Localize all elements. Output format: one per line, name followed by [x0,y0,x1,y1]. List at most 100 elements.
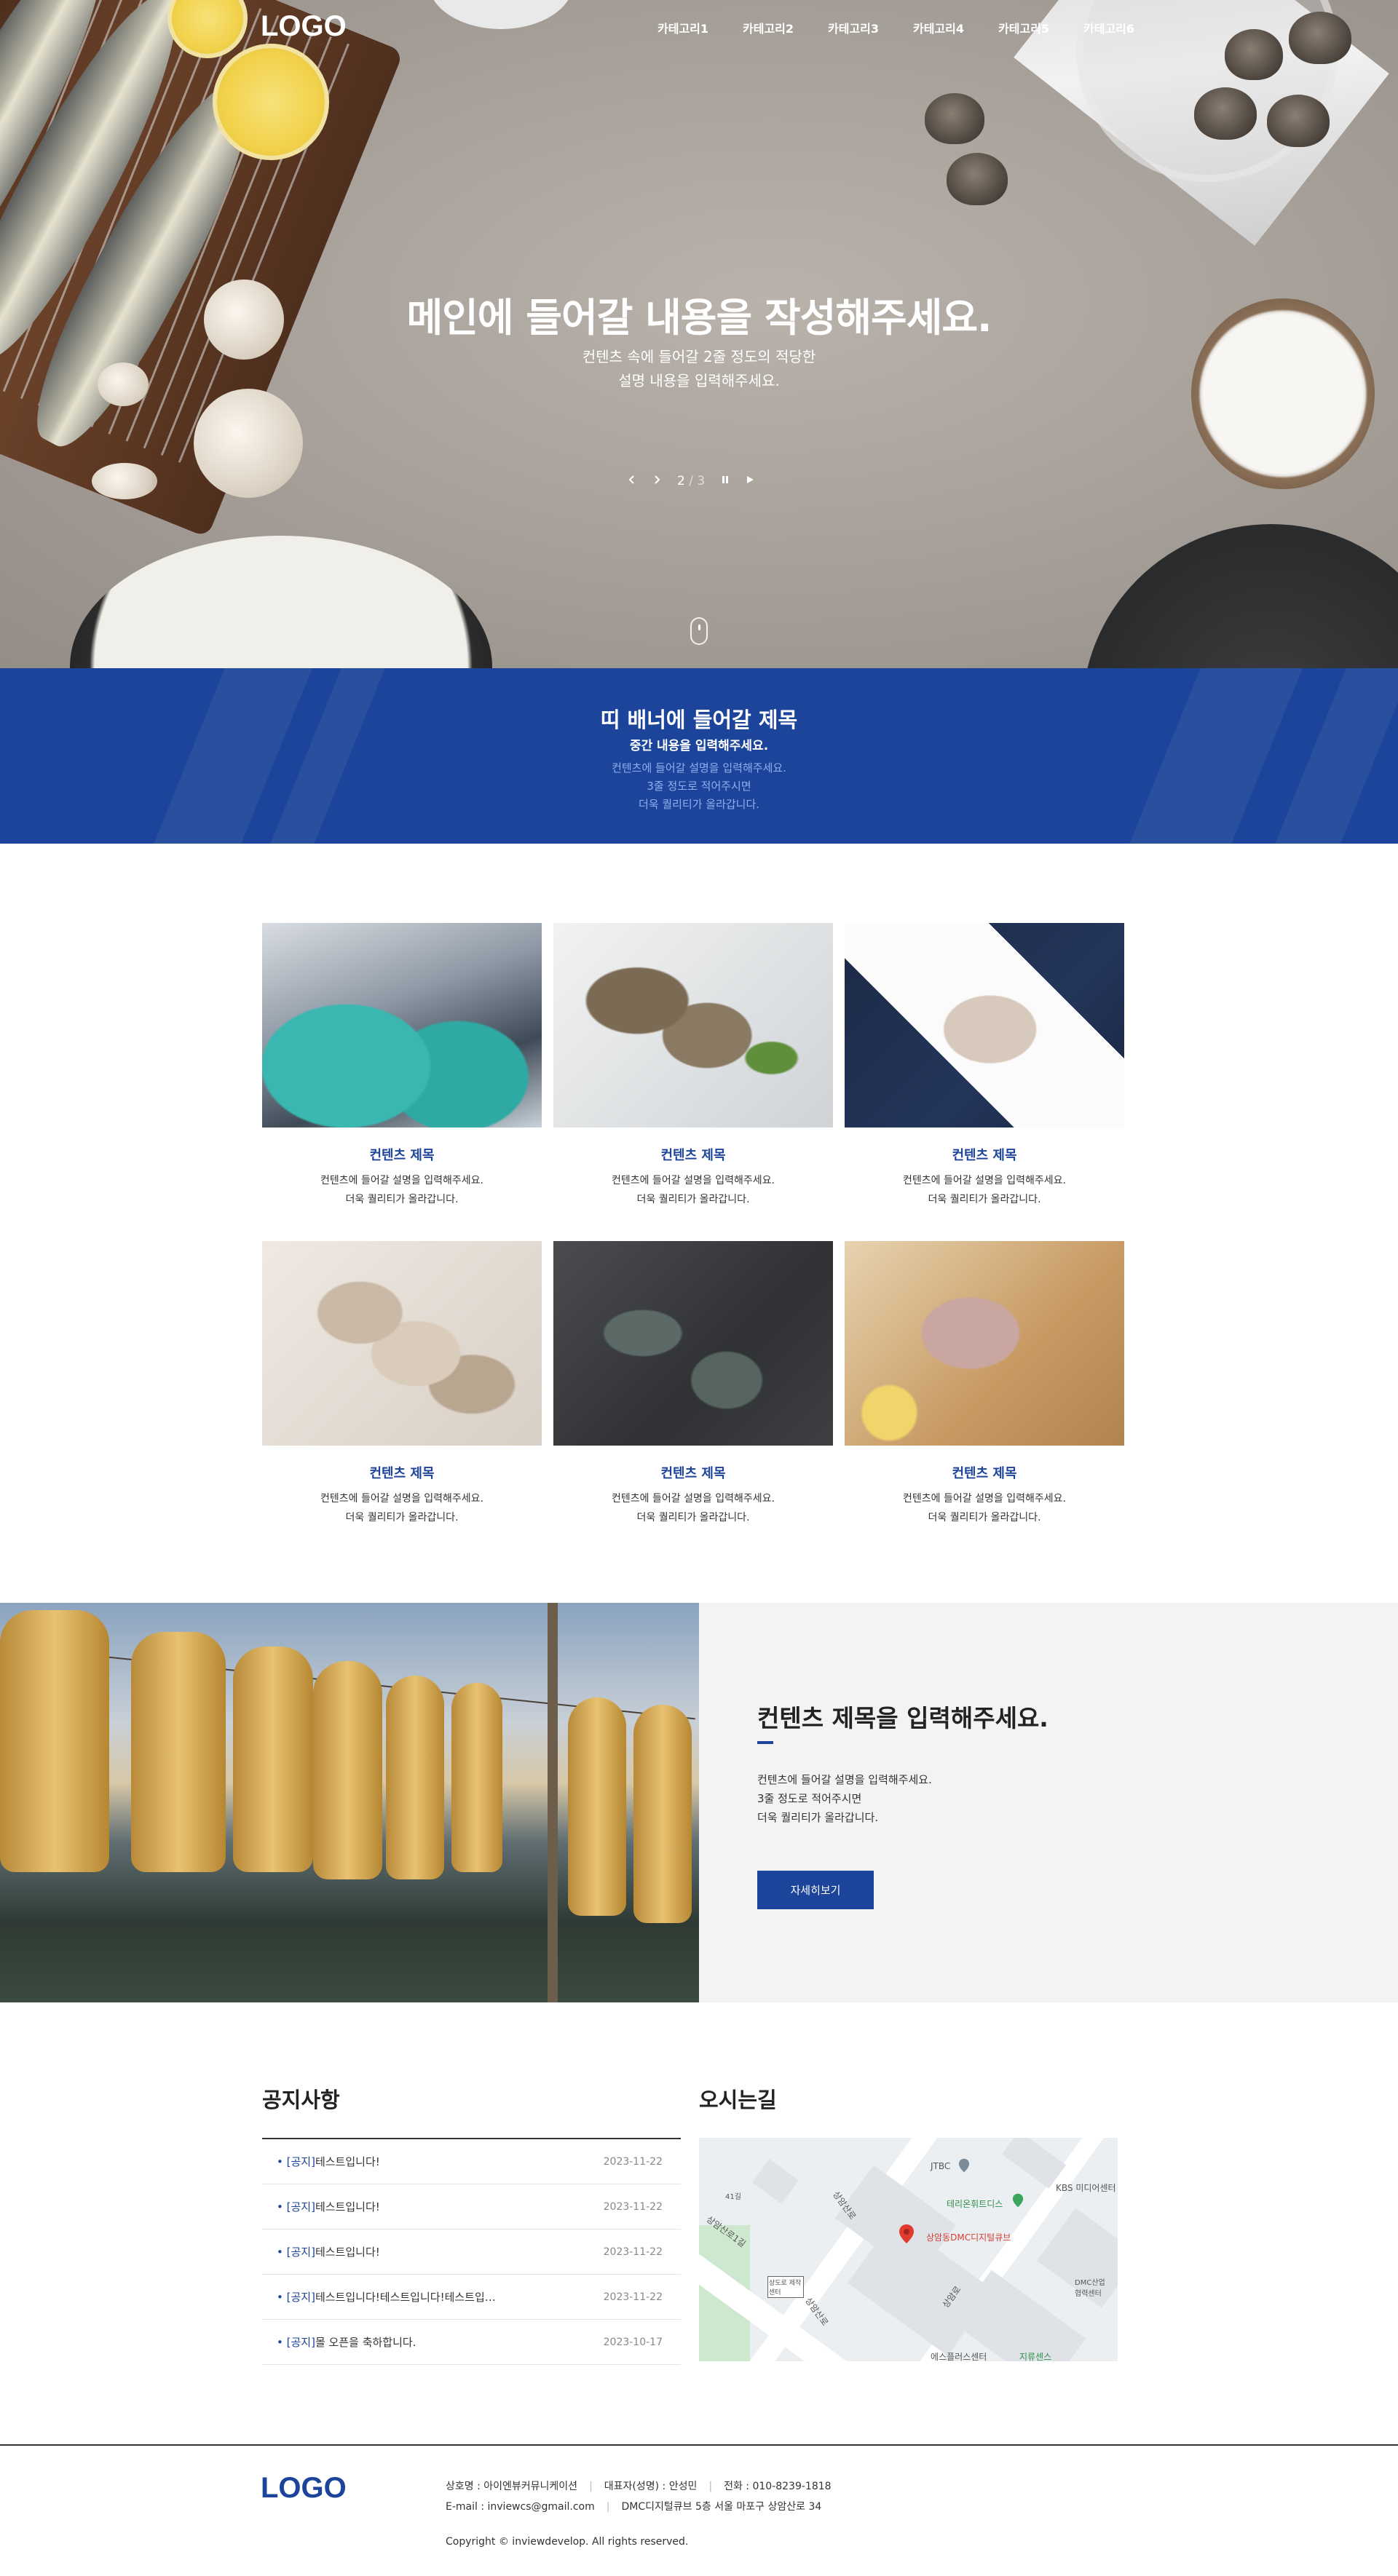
bowl-image [428,0,574,29]
feature-desc-line2: 3줄 정도로 적어주시면 [757,1792,862,1805]
card-description: 컨텐츠에 들어갈 설명을 입력해주세요. 더욱 퀄리티가 올라갑니다. [553,1171,833,1209]
notice-title: 공지사항 [262,2088,340,2112]
dark-plate-image [1082,524,1398,668]
notice-row[interactable]: • [공지]테스트입니다! 2023-11-22 [262,2139,681,2184]
notice-text: • [공지]몰 오픈을 축하합니다. [277,2334,416,2350]
map-label-teleworld: 테리온휘트디스 [947,2199,1003,2209]
nav-item-5[interactable]: 카테고리5 [998,19,1083,36]
nav-item-1[interactable]: 카테고리1 [657,19,743,36]
card-desc-line2: 더욱 퀄리티가 올라갑니다. [928,1194,1041,1205]
nav-item-2[interactable]: 카테고리2 [743,19,828,36]
notice-tag: [공지] [286,2155,315,2168]
content-card[interactable]: 컨텐츠 제목 컨텐츠에 들어갈 설명을 입력해주세요. 더욱 퀄리티가 올라갑니… [262,923,542,1209]
slider-controls: 2 / 3 [628,473,754,488]
card-desc-line1: 컨텐츠에 들어갈 설명을 입력해주세요. [320,1493,483,1505]
separator: | [606,2501,610,2513]
clam-image [1225,29,1283,80]
squid-shape [0,1610,109,1872]
notice-bullet: • [277,2336,283,2349]
nav-item-3[interactable]: 카테고리3 [828,19,913,36]
map-label-dmc: DMC산업 협력센터 [1075,2279,1105,2298]
play-icon[interactable] [746,473,754,488]
notice-row[interactable]: • [공지]몰 오픈을 축하합니다. 2023-10-17 [262,2320,681,2365]
notice-list: • [공지]테스트입니다! 2023-11-22 • [공지]테스트입니다! 2… [262,2138,681,2365]
band-banner: 띠 배너에 들어갈 제목 중간 내용을 입력해주세요. 컨텐츠에 들어갈 설명을… [0,668,1398,844]
notice-subject: 테스트입니다! [315,2155,380,2168]
poi-pin-icon [958,2158,970,2173]
notice-bullet: • [277,2291,283,2304]
notice-row[interactable]: • [공지]테스트입니다! 2023-11-22 [262,2184,681,2230]
notice-date: 2023-11-22 [603,2246,663,2258]
content-card[interactable]: 컨텐츠 제목 컨텐츠에 들어갈 설명을 입력해주세요. 더욱 퀄리티가 올라갑니… [553,1241,833,1527]
card-title: 컨텐츠 제목 [952,1466,1017,1481]
scroll-mouse-icon[interactable] [690,617,708,645]
banner-stripe [1275,668,1398,844]
card-desc-line1: 컨텐츠에 들어갈 설명을 입력해주세요. [320,1175,483,1186]
abalone-image [553,923,833,1128]
footer-logo[interactable]: LOGO [261,2472,347,2505]
squid-shape [568,1697,626,1916]
card-title: 컨텐츠 제목 [952,1148,1017,1163]
location-title: 오시는길 [699,2088,777,2112]
footer-address: DMC디지털큐브 5층 서울 마포구 상암산로 34 [621,2501,822,2513]
squid-shape [386,1676,444,1879]
notice-tag: [공지] [286,2200,315,2214]
footer-info-row2: E-mail : inviewcs@gmail.com | DMC디지털큐브 5층 … [446,2497,832,2517]
nav-item-4[interactable]: 카테고리4 [913,19,998,36]
content-card[interactable]: 컨텐츠 제목 컨텐츠에 들어갈 설명을 입력해주세요. 더욱 퀄리티가 올라갑니… [845,923,1124,1209]
card-title: 컨텐츠 제목 [660,1466,726,1481]
map-label-target: 상암동DMC디지털큐브 [926,2232,1011,2243]
notice-subject: 테스트입니다!테스트입니다!테스트입… [315,2291,496,2304]
hero-section: LOGO 카테고리1 카테고리2 카테고리3 카테고리4 카테고리5 카테고리6… [0,0,1398,668]
more-button[interactable]: 자세히보기 [757,1871,874,1909]
squid-shape [633,1705,692,1923]
next-arrow-icon[interactable] [652,473,661,488]
notice-row[interactable]: • [공지]테스트입니다! 2023-11-22 [262,2230,681,2275]
separator: | [589,2481,593,2492]
nav-item-6[interactable]: 카테고리6 [1083,19,1169,36]
notice-tag: [공지] [286,2291,315,2304]
garlic-clove-image [92,463,157,499]
feature-section: 컨텐츠 제목을 입력해주세요. 컨텐츠에 들어갈 설명을 입력해주세요. 3줄 … [0,1603,1398,2002]
notice-date: 2023-11-22 [603,2291,663,2303]
location-map[interactable]: JTBC KBS 미디어센터 테리온휘트디스 상암동DMC디지털큐브 DMC산업… [699,2138,1118,2361]
clam-image [1267,95,1330,147]
clam-image [1194,87,1257,140]
band-subtitle: 중간 내용을 입력해주세요. [629,739,769,753]
notice-tag: [공지] [286,2246,315,2259]
map-label-bottom1: 에스플러스센터 [931,2352,987,2361]
content-card[interactable]: 컨텐츠 제목 컨텐츠에 들어갈 설명을 입력해주세요. 더욱 퀄리티가 올라갑니… [262,1241,542,1527]
card-description: 컨텐츠에 들어갈 설명을 입력해주세요. 더욱 퀄리티가 올라갑니다. [845,1489,1124,1527]
header-logo[interactable]: LOGO [261,10,347,43]
card-title: 컨텐츠 제목 [369,1466,435,1481]
notice-row[interactable]: • [공지]테스트입니다!테스트입니다!테스트입… 2023-11-22 [262,2275,681,2320]
map-label-jtbc: JTBC [931,2161,951,2171]
card-desc-line1: 컨텐츠에 들어갈 설명을 입력해주세요. [903,1493,1066,1505]
band-description: 컨텐츠에 들어갈 설명을 입력해주세요. 3줄 정도로 적어주시면 더욱 퀄리티… [0,759,1398,814]
slide-current: 2 [677,473,685,488]
hero-description: 컨텐츠 속에 들어갈 2줄 정도의 적당한 설명 내용을 입력해주세요. [0,345,1398,393]
hero-title: 메인에 들어갈 내용을 작성해주세요. [406,295,992,341]
card-desc-line2: 더욱 퀄리티가 올라갑니다. [636,1194,750,1205]
card-description: 컨텐츠에 들어갈 설명을 입력해주세요. 더욱 퀄리티가 올라갑니다. [845,1171,1124,1209]
content-card[interactable]: 컨텐츠 제목 컨텐츠에 들어갈 설명을 입력해주세요. 더욱 퀄리티가 올라갑니… [553,923,833,1209]
band-title: 띠 배너에 들어갈 제목 [600,708,798,732]
notice-date: 2023-11-22 [603,2155,663,2168]
dried-squid-image [0,1603,699,2002]
clam-image [947,153,1008,205]
location-pin-icon[interactable] [899,2224,915,2244]
content-card[interactable]: 컨텐츠 제목 컨텐츠에 들어갈 설명을 입력해주세요. 더욱 퀄리티가 올라갑니… [845,1241,1124,1527]
garlic-image [194,389,303,498]
notice-text: • [공지]테스트입니다! [277,2154,380,2169]
band-desc-line3: 더욱 퀄리티가 올라갑니다. [638,798,760,811]
mackerel-image [262,923,542,1128]
footer-company: 상호명 : 아이엔뷰커뮤니케이션 [446,2481,578,2492]
oyster-image [262,1241,542,1446]
pause-icon[interactable] [721,473,730,488]
prev-arrow-icon[interactable] [628,473,636,488]
footer-ceo: 대표자(성명) : 안성민 [604,2481,698,2492]
lemon-slice-image [213,44,329,160]
card-description: 컨텐츠에 들어갈 설명을 입력해주세요. 더욱 퀄리티가 올라갑니다. [553,1489,833,1527]
band-desc-line1: 컨텐츠에 들어갈 설명을 입력해주세요. [612,761,786,774]
footer: LOGO 상호명 : 아이엔뷰커뮤니케이션 | 대표자(성명) : 안성민 | 전화 :… [0,2444,1398,2576]
